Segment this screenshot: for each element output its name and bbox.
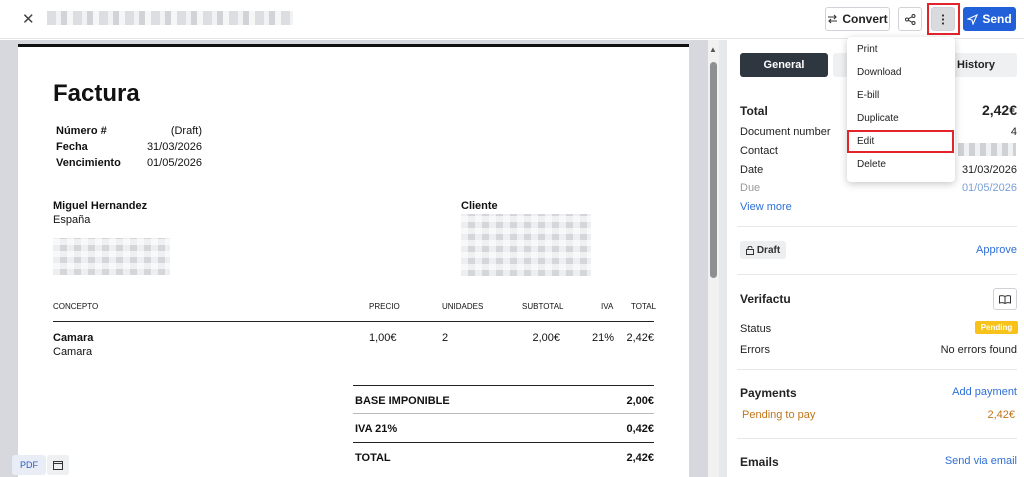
verifactu-book-button[interactable] xyxy=(993,288,1017,310)
convert-label: Convert xyxy=(842,12,888,26)
redacted-document-title xyxy=(47,11,293,25)
redacted-client-info xyxy=(461,214,591,276)
pending-to-pay-label: Pending to pay xyxy=(742,409,816,421)
more-button-highlight xyxy=(927,3,960,35)
line-total: 2,42€ xyxy=(626,332,654,344)
iva-value: 0,42€ xyxy=(626,423,654,435)
iva-label: IVA 21% xyxy=(355,423,398,435)
due-value: 01/05/2026 xyxy=(961,182,1017,194)
column-header-price: PRECIO xyxy=(369,302,400,311)
section-divider xyxy=(737,274,1017,275)
invoice-due-value: 01/05/2026 xyxy=(146,157,202,169)
invoice-title: Factura xyxy=(53,80,140,107)
document-number-value: 4 xyxy=(1010,126,1017,138)
draft-status-badge: Draft xyxy=(740,241,786,259)
pending-to-pay-value: 2,42€ xyxy=(987,409,1015,421)
issuer-country: España xyxy=(53,214,91,226)
line-price: 1,00€ xyxy=(369,332,397,344)
totals-rule xyxy=(353,413,654,414)
window-icon xyxy=(53,460,63,470)
total-label: TOTAL xyxy=(355,452,391,464)
errors-value: No errors found xyxy=(940,344,1017,356)
panel-divider xyxy=(719,40,727,477)
view-more-link[interactable]: View more xyxy=(740,201,792,213)
column-header-subtotal: SUBTOTAL xyxy=(522,302,564,311)
redacted-issuer-address xyxy=(53,238,170,275)
column-header-iva: IVA xyxy=(601,302,614,311)
send-via-email-link[interactable]: Send via email xyxy=(945,455,1017,467)
line-iva: 21% xyxy=(592,332,615,344)
totals-top-rule xyxy=(353,385,654,386)
errors-label: Errors xyxy=(740,344,770,356)
invoice-date-label: Fecha xyxy=(56,141,88,153)
status-label: Status xyxy=(740,323,772,335)
send-button[interactable]: Send xyxy=(963,7,1016,31)
share-icon xyxy=(904,13,915,25)
line-description: Camara xyxy=(53,346,93,358)
menu-item-e-bill[interactable]: E-bill xyxy=(857,90,879,101)
window-view-button[interactable] xyxy=(47,455,69,475)
date-value: 31/03/2026 xyxy=(961,164,1017,176)
base-value: 2,00€ xyxy=(626,395,654,407)
line-concept: Camara xyxy=(53,332,94,344)
invoice-date-value: 31/03/2026 xyxy=(146,141,202,153)
total-heading: Total xyxy=(740,104,768,118)
send-label: Send xyxy=(982,12,1012,26)
redacted-contact-value xyxy=(958,143,1016,156)
invoice-number-value: (Draft) xyxy=(170,125,202,137)
scroll-up-arrow-icon[interactable]: ▲ xyxy=(709,45,717,54)
lock-icon xyxy=(745,245,754,255)
emails-heading: Emails xyxy=(740,455,779,469)
total-value: 2,42€ xyxy=(626,452,654,464)
menu-item-duplicate[interactable]: Duplicate xyxy=(857,113,899,124)
share-button[interactable] xyxy=(898,7,922,31)
table-header-rule xyxy=(53,321,654,322)
base-label: BASE IMPONIBLE xyxy=(355,395,450,407)
convert-button[interactable]: Convert xyxy=(825,7,890,31)
approve-link[interactable]: Approve xyxy=(976,244,1017,256)
date-label: Date xyxy=(740,164,764,176)
issuer-name: Miguel Hernandez xyxy=(53,200,148,212)
open-book-icon xyxy=(999,294,1011,304)
paper-plane-icon xyxy=(967,13,979,25)
draft-label: Draft xyxy=(756,244,781,256)
client-label: Cliente xyxy=(461,200,498,212)
payments-heading: Payments xyxy=(740,386,797,400)
invoice-number-label: Número # xyxy=(56,125,107,137)
document-number-label: Document number xyxy=(740,126,831,138)
tab-general[interactable]: General xyxy=(740,53,828,77)
top-bar: ✕ Convert Send xyxy=(0,0,1024,39)
column-header-units: UNIDADES xyxy=(442,302,484,311)
menu-item-download[interactable]: Download xyxy=(857,67,901,78)
menu-item-delete[interactable]: Delete xyxy=(857,159,886,170)
pending-status-badge: Pending xyxy=(975,321,1018,334)
column-header-concept: CONCEPTO xyxy=(53,302,99,311)
contact-label: Contact xyxy=(740,145,778,157)
totals-rule xyxy=(353,442,654,443)
section-divider xyxy=(737,369,1017,370)
pdf-view-button[interactable]: PDF xyxy=(12,455,46,475)
section-divider xyxy=(737,226,1017,227)
close-icon[interactable]: ✕ xyxy=(22,10,35,28)
section-divider xyxy=(737,438,1017,439)
scrollbar-thumb[interactable] xyxy=(710,62,717,278)
verifactu-heading: Verifactu xyxy=(740,292,791,306)
due-label: Due xyxy=(740,182,761,194)
column-header-total: TOTAL xyxy=(631,302,657,311)
edit-item-highlight xyxy=(847,130,954,153)
line-units: 2 xyxy=(442,332,449,344)
total-amount: 2,42€ xyxy=(981,102,1017,118)
swap-arrows-icon xyxy=(828,14,838,24)
add-payment-link[interactable]: Add payment xyxy=(952,386,1017,398)
menu-item-print[interactable]: Print xyxy=(857,44,878,55)
line-subtotal: 2,00€ xyxy=(532,332,560,344)
